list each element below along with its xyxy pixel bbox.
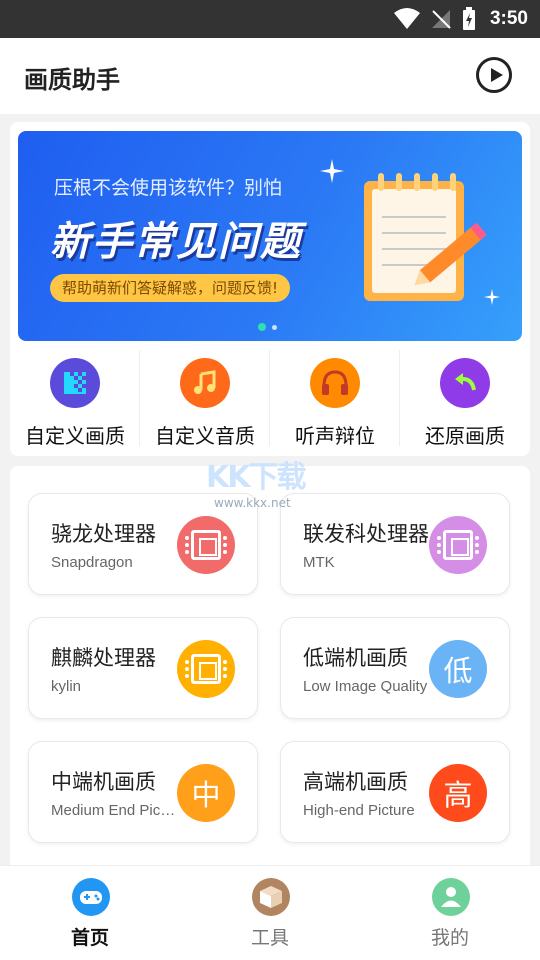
- item-subtitle: Low Image Quality: [303, 678, 428, 695]
- play-circle-icon[interactable]: [476, 57, 512, 93]
- quick-action-custom-quality[interactable]: 自定义画质: [10, 350, 140, 450]
- no-signal-icon: [431, 10, 451, 29]
- quick-action-custom-audio[interactable]: 自定义音质: [140, 350, 270, 450]
- list-item-snapdragon[interactable]: 骁龙处理器 Snapdragon: [28, 493, 258, 595]
- item-title: 骁龙处理器: [51, 522, 156, 546]
- item-subtitle: MTK: [303, 554, 335, 571]
- music-note-icon: [180, 358, 230, 408]
- tab-label: 工具: [250, 927, 289, 949]
- app-title: 画质助手: [24, 66, 120, 94]
- page-dot-active: [258, 323, 266, 331]
- list-item-kylin[interactable]: 麒麟处理器 kylin: [28, 617, 258, 719]
- item-title: 低端机画质: [303, 646, 408, 670]
- banner-pagination: [258, 323, 277, 331]
- item-subtitle: Snapdragon: [51, 554, 133, 571]
- status-bar: 3:50: [0, 0, 540, 38]
- tab-tools[interactable]: 工具: [180, 866, 360, 960]
- banner-headline: 新手常见问题: [50, 219, 302, 265]
- quick-action-label: 听声辩位: [295, 424, 375, 448]
- item-title: 麒麟处理器: [51, 646, 156, 670]
- tab-label: 我的: [430, 927, 469, 949]
- quick-action-sound-positioning[interactable]: 听声辩位: [270, 350, 400, 450]
- low-badge-icon: 低: [429, 640, 487, 698]
- sparkle-small-icon: [484, 289, 500, 305]
- quick-action-restore-quality[interactable]: 还原画质: [400, 350, 530, 450]
- high-badge-icon: 高: [429, 764, 487, 822]
- item-title: 高端机画质: [303, 770, 408, 794]
- page-dot: [272, 324, 277, 330]
- quick-action-label: 还原画质: [425, 424, 505, 448]
- wifi-icon: [393, 8, 420, 29]
- mid-badge-icon: 中: [177, 764, 235, 822]
- quick-action-label: 自定义画质: [25, 424, 125, 448]
- mosaic-icon: [50, 358, 100, 408]
- box-icon: [252, 878, 290, 916]
- list-item-mtk[interactable]: 联发科处理器 MTK: [280, 493, 510, 595]
- undo-arrow-icon: [440, 358, 490, 408]
- user-icon: [432, 878, 470, 916]
- tab-label: 首页: [70, 927, 109, 949]
- list-item-mid-end-quality[interactable]: 中端机画质 Medium End Picture 中: [28, 741, 258, 843]
- item-title: 中端机画质: [51, 770, 156, 794]
- chip-icon: [429, 516, 487, 574]
- battery-charging-icon: [462, 7, 475, 30]
- quick-action-label: 自定义音质: [155, 424, 255, 448]
- item-subtitle: kylin: [51, 678, 82, 695]
- list-item-low-end-quality[interactable]: 低端机画质 Low Image Quality 低: [280, 617, 510, 719]
- chip-icon: [177, 516, 235, 574]
- banner-pill: 帮助萌新们答疑解惑，问题反馈!: [50, 274, 291, 302]
- item-subtitle: Medium End Picture: [51, 802, 179, 819]
- tab-home[interactable]: 首页: [0, 866, 180, 960]
- banner-subtitle: 压根不会使用该软件？别怕: [54, 177, 283, 199]
- item-title: 联发科处理器: [303, 522, 429, 546]
- list-item-high-end-quality[interactable]: 高端机画质 High-end Picture 高: [280, 741, 510, 843]
- headphones-icon: [310, 358, 360, 408]
- notepad-pencil-icon: [364, 173, 487, 301]
- status-time: 3:50: [489, 8, 528, 29]
- app-bar: 画质助手: [0, 38, 540, 114]
- chip-icon: [177, 640, 235, 698]
- item-subtitle: High-end Picture: [303, 802, 415, 819]
- bottom-tab-bar: 首页 工具 我的: [0, 865, 540, 960]
- gamepad-icon: [72, 878, 110, 916]
- banner-faq[interactable]: 压根不会使用该软件？别怕 新手常见问题 帮助萌新们答疑解惑，问题反馈!: [18, 131, 522, 341]
- sparkle-icon: [320, 159, 344, 183]
- status-icons: 3:50: [393, 0, 528, 38]
- tab-profile[interactable]: 我的: [360, 866, 540, 960]
